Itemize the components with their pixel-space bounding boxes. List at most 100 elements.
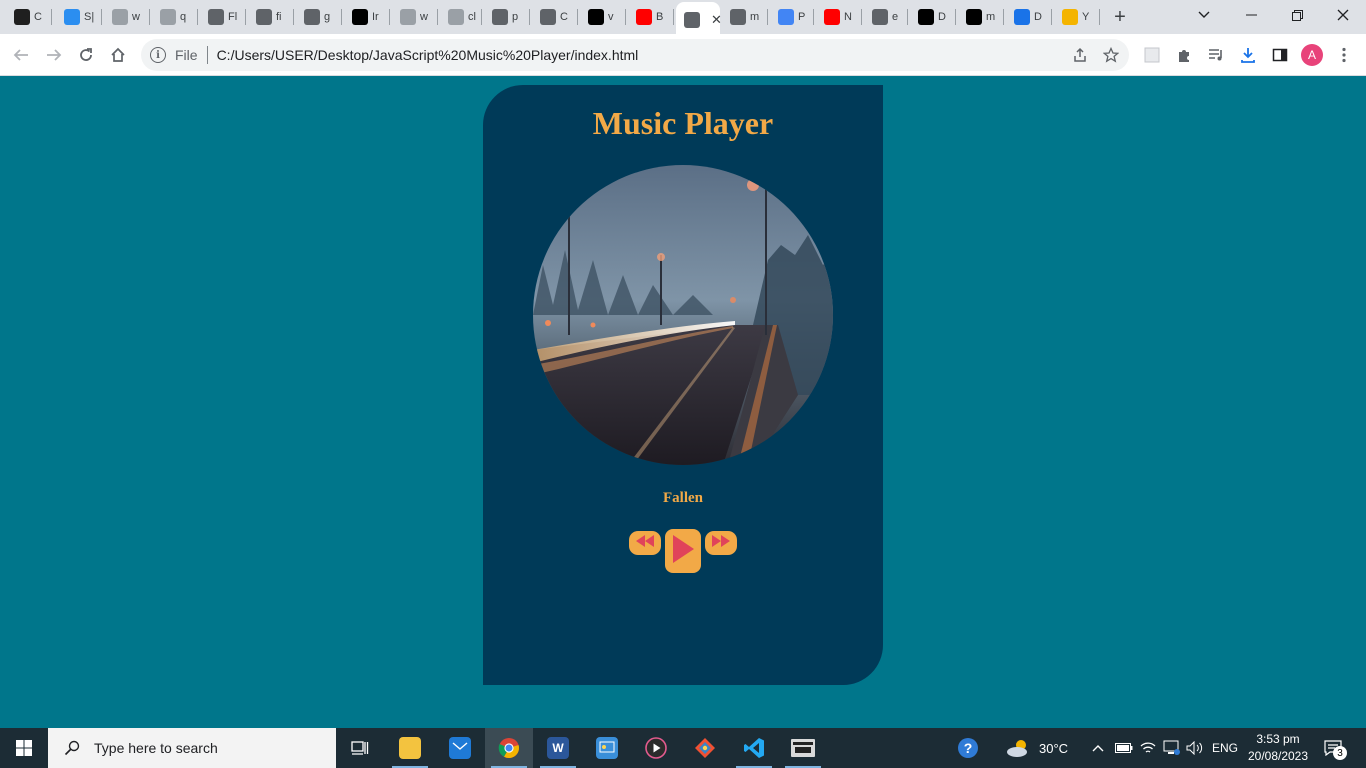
- leaf-icon: [352, 9, 368, 25]
- extensions-puzzle-icon[interactable]: [1172, 43, 1196, 67]
- bookmark-star-icon[interactable]: [1099, 43, 1123, 67]
- previous-button[interactable]: [629, 531, 661, 555]
- youtube-icon: [824, 9, 840, 25]
- github-icon: [588, 9, 604, 25]
- close-window-button[interactable]: [1320, 0, 1366, 30]
- browser-tab[interactable]: Ir: [344, 6, 390, 28]
- chrome-app[interactable]: [485, 728, 533, 768]
- extension-icon[interactable]: [1140, 43, 1164, 67]
- site-info-icon[interactable]: i: [150, 47, 166, 63]
- share-icon[interactable]: [1068, 43, 1092, 67]
- terminal-icon: [791, 739, 815, 757]
- browser-tab[interactable]: N: [816, 6, 862, 28]
- tab-separator: [577, 9, 578, 25]
- browser-tab[interactable]: Y: [1054, 6, 1100, 28]
- globe-icon: [208, 9, 224, 25]
- restore-button[interactable]: [1274, 0, 1320, 30]
- start-button[interactable]: [0, 728, 48, 768]
- mail-app[interactable]: [436, 728, 484, 768]
- chatgpt-icon: [492, 9, 508, 25]
- browser-tab[interactable]: cl: [440, 6, 482, 28]
- next-button[interactable]: [705, 531, 737, 555]
- browser-tab[interactable]: C: [6, 6, 52, 28]
- browser-tab[interactable]: P: [770, 6, 814, 28]
- system-clock[interactable]: 3:53 pm 20/08/2023: [1244, 731, 1312, 765]
- browser-tab[interactable]: m: [722, 6, 768, 28]
- browser-tab[interactable]: w: [392, 6, 438, 28]
- browser-tab[interactable]: g: [296, 6, 342, 28]
- play-icon: [671, 534, 695, 569]
- terminal-app[interactable]: [779, 728, 827, 768]
- word-app[interactable]: W: [534, 728, 582, 768]
- address-bar[interactable]: i File C:/Users/USER/Desktop/JavaScript%…: [141, 39, 1129, 71]
- browser-tab[interactable]: Fl: [200, 6, 246, 28]
- profile-avatar[interactable]: A: [1301, 44, 1323, 66]
- help-icon[interactable]: ?: [957, 728, 979, 768]
- chrome-icon: [498, 738, 519, 759]
- git-app[interactable]: [681, 728, 729, 768]
- side-panel-icon[interactable]: [1268, 43, 1292, 67]
- tab-separator: [481, 9, 482, 25]
- new-tab-button[interactable]: +: [1109, 6, 1131, 28]
- tab-close-icon[interactable]: ✕: [711, 12, 722, 28]
- forward-button[interactable]: [42, 43, 66, 67]
- wifi-icon[interactable]: [1140, 728, 1156, 768]
- youtube-icon: [636, 9, 652, 25]
- control-panel-app[interactable]: [583, 728, 631, 768]
- tab-separator: [245, 9, 246, 25]
- weather-widget[interactable]: 30°C: [1005, 728, 1068, 768]
- media-player-icon: [645, 737, 667, 759]
- tab-search-chevron-icon[interactable]: [1181, 0, 1227, 30]
- browser-tab[interactable]: m: [958, 6, 1004, 28]
- url-text[interactable]: C:/Users/USER/Desktop/JavaScript%20Music…: [217, 47, 639, 63]
- minimize-button[interactable]: [1228, 0, 1274, 30]
- browser-tab[interactable]: fi: [248, 6, 294, 28]
- windows-taskbar: Type here to search W ? 30°C ENG 3:53 pm…: [0, 728, 1366, 768]
- tab-separator: [389, 9, 390, 25]
- browser-tab[interactable]: v: [580, 6, 626, 28]
- battery-icon[interactable]: [1115, 728, 1133, 768]
- tab-separator: [673, 9, 674, 25]
- globe-icon: [730, 9, 746, 25]
- tab-title: B: [656, 11, 664, 23]
- back-button[interactable]: [9, 43, 33, 67]
- browser-tab[interactable]: S|: [56, 6, 102, 28]
- file-explorer-app[interactable]: [386, 728, 434, 768]
- input-language[interactable]: ENG: [1212, 728, 1238, 768]
- menu-kebab-icon[interactable]: [1332, 43, 1356, 67]
- browser-tab[interactable]: B: [628, 6, 674, 28]
- taskbar-search-box[interactable]: Type here to search: [48, 728, 336, 768]
- browser-tab[interactable]: q: [152, 6, 198, 28]
- volume-icon[interactable]: [1186, 728, 1204, 768]
- globe-icon: [684, 12, 700, 28]
- home-button[interactable]: [106, 43, 130, 67]
- notification-center-button[interactable]: 3: [1320, 736, 1347, 760]
- globe-icon: [872, 9, 888, 25]
- browser-toolbar: i File C:/Users/USER/Desktop/JavaScript%…: [0, 34, 1366, 76]
- network-icon[interactable]: [1163, 728, 1181, 768]
- vscode-app[interactable]: [730, 728, 778, 768]
- git-diamond-icon: [695, 738, 715, 758]
- tab-separator: [529, 9, 530, 25]
- browser-tab[interactable]: e: [864, 6, 908, 28]
- downloads-icon[interactable]: [1236, 43, 1260, 67]
- windows-logo-icon: [16, 740, 32, 756]
- media-player-app[interactable]: [632, 728, 680, 768]
- tab-title: g: [324, 11, 331, 23]
- task-view-button[interactable]: [336, 728, 384, 768]
- show-hidden-icons-chevron-icon[interactable]: [1092, 728, 1104, 768]
- reload-button[interactable]: [74, 43, 98, 67]
- album-art: [533, 165, 833, 465]
- browser-tab[interactable]: p: [484, 6, 530, 28]
- browser-tab[interactable]: D: [910, 6, 956, 28]
- browser-tab[interactable]: w: [104, 6, 150, 28]
- browser-tab[interactable]: ✕: [676, 2, 722, 34]
- github-icon: [966, 9, 982, 25]
- tab-separator: [625, 9, 626, 25]
- media-queue-icon[interactable]: [1204, 43, 1228, 67]
- tab-separator: [149, 9, 150, 25]
- play-button[interactable]: [665, 529, 701, 573]
- tab-separator: [101, 9, 102, 25]
- browser-tab[interactable]: C: [532, 6, 578, 28]
- browser-tab[interactable]: D: [1006, 6, 1052, 28]
